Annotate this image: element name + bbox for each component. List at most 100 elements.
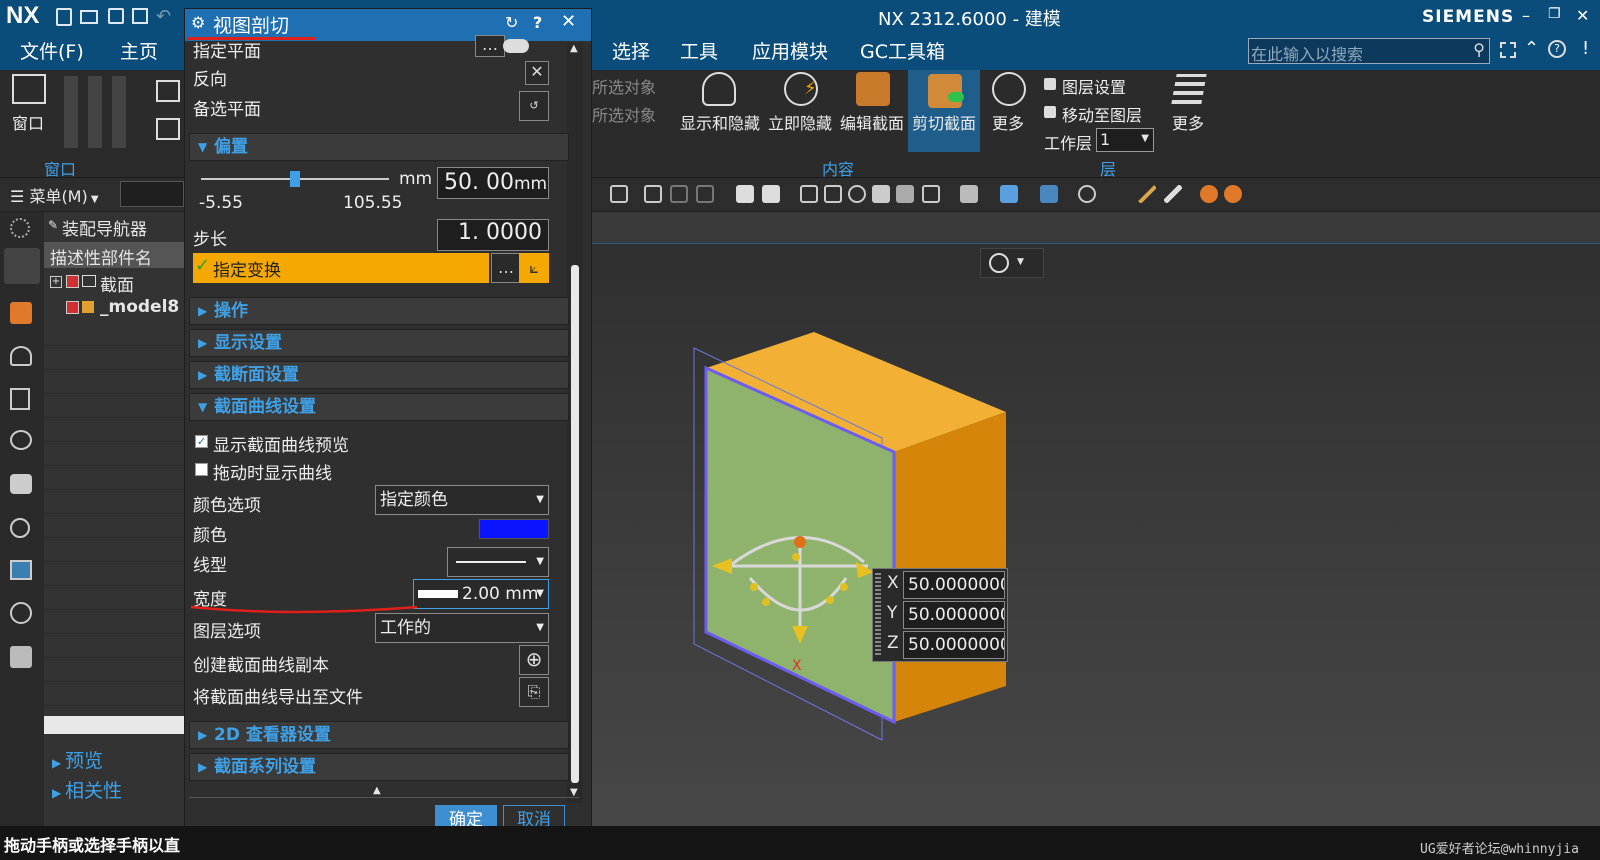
section-offset[interactable]: ▼ 偏置 xyxy=(189,133,569,161)
box-select-icon[interactable] xyxy=(696,185,714,203)
slider-thumb[interactable] xyxy=(290,171,300,187)
layer-more-button[interactable]: 更多 xyxy=(1168,70,1212,152)
tools-icon[interactable] xyxy=(10,646,32,668)
color-option-select[interactable]: 指定颜色 ▼ xyxy=(375,485,549,515)
assembly-person-icon[interactable] xyxy=(1224,185,1242,203)
view-pan-icon[interactable] xyxy=(872,185,890,203)
layout-grid-icon[interactable] xyxy=(64,76,136,148)
reverse-button[interactable]: ✕ xyxy=(525,61,549,85)
display-mode-icon[interactable] xyxy=(1078,185,1096,203)
dialog-scrollbar[interactable]: ▲ ▼ xyxy=(567,43,583,803)
clock-icon[interactable] xyxy=(10,602,32,624)
color-swatch[interactable] xyxy=(479,519,549,539)
offset-value-input[interactable]: 50. 00 mm xyxy=(437,167,549,199)
menu-select[interactable]: 选择 xyxy=(604,34,658,70)
show-preview-checkbox[interactable]: ✓ xyxy=(195,435,208,448)
fullscreen-icon[interactable] xyxy=(1500,42,1516,58)
column-header[interactable]: 描述性部件名 xyxy=(44,242,184,269)
clip-section-button[interactable]: 剪切截面 xyxy=(908,70,980,152)
checkbox-red-icon[interactable] xyxy=(66,275,79,288)
navigator-scrollbar[interactable] xyxy=(44,716,184,734)
new-file-icon[interactable] xyxy=(56,8,72,26)
hamburger-menu-button[interactable]: ☰ 菜单(M) ▼ xyxy=(10,183,99,207)
coord-x-input[interactable]: 50.0000000 xyxy=(903,571,1005,599)
layer-option-select[interactable]: 工作的 ▼ xyxy=(375,613,549,643)
menu-home[interactable]: 主页 xyxy=(112,34,166,70)
graphics-window[interactable]: ▼ X X 50.0000000 Y 50.0000000 Z 50.00000… xyxy=(592,212,1600,826)
view-rotate-icon[interactable] xyxy=(848,185,866,203)
notification-icon[interactable]: ! xyxy=(1582,38,1589,59)
solid-icon[interactable] xyxy=(736,185,754,203)
fit-view-icon[interactable] xyxy=(156,80,180,102)
close-icon[interactable]: ✕ xyxy=(561,11,576,32)
width-select[interactable]: 2.00 mm ▼ xyxy=(413,579,549,609)
search-icon[interactable]: ⚲ xyxy=(1473,40,1485,59)
window-icon[interactable] xyxy=(12,74,46,104)
view-orient-icon[interactable] xyxy=(896,185,914,203)
view-frame-icon[interactable] xyxy=(922,185,940,203)
export-file-button[interactable]: ⎘ xyxy=(519,677,549,707)
selection-filter-field[interactable] xyxy=(120,181,184,207)
window-button-label[interactable]: 窗口 xyxy=(12,110,44,134)
settings-gear-icon[interactable] xyxy=(10,218,30,238)
help-icon[interactable]: ? xyxy=(533,13,542,32)
more-content-button[interactable]: 更多 xyxy=(984,70,1034,152)
coord-z-input[interactable]: 50.0000000 xyxy=(903,631,1005,659)
hide-now-button[interactable]: ⚡ 立即隐藏 xyxy=(764,70,836,152)
select-object-icon[interactable] xyxy=(644,185,662,203)
shaded-icon[interactable] xyxy=(1000,185,1018,203)
undo-icon[interactable]: ↶ xyxy=(156,6,171,27)
open-file-icon[interactable] xyxy=(80,10,98,24)
menu-file[interactable]: 文件(F) xyxy=(12,34,92,70)
pin-icon[interactable]: ✎ xyxy=(48,218,58,232)
help-icon[interactable]: ? xyxy=(1548,40,1566,58)
plane-dropdown-icon[interactable] xyxy=(503,39,529,53)
reset-icon[interactable]: ↻ xyxy=(505,13,518,32)
settings-gear-icon[interactable]: ⚙ xyxy=(191,13,205,32)
reuse-library-icon[interactable] xyxy=(10,346,32,366)
linetype-select[interactable]: ▼ xyxy=(447,547,549,577)
render-style-icon[interactable] xyxy=(960,185,978,203)
section-series-settings[interactable]: ▶ 截面系列设置 xyxy=(189,753,569,781)
save-icon[interactable] xyxy=(108,8,124,24)
transform-dialog-button[interactable]: … xyxy=(491,253,521,283)
menu-applications[interactable]: 应用模块 xyxy=(744,34,836,70)
offset-slider[interactable] xyxy=(201,171,389,187)
view-zoom-icon[interactable] xyxy=(824,185,842,203)
scroll-thumb[interactable] xyxy=(571,265,579,783)
show-hide-button[interactable]: 显示和隐藏 xyxy=(676,70,762,152)
work-layer-select[interactable]: 1 ▼ xyxy=(1096,128,1154,152)
select-filter-icon[interactable] xyxy=(610,185,628,203)
info-icon[interactable] xyxy=(10,518,30,538)
part-navigator-icon[interactable] xyxy=(10,302,32,324)
save-all-icon[interactable] xyxy=(132,8,148,24)
move-to-layer-button[interactable]: 移动至图层 xyxy=(1062,102,1142,126)
specify-transform-row[interactable]: ✓ 指定变换 xyxy=(193,253,489,283)
drag-grip[interactable] xyxy=(875,573,881,657)
tree-row-section[interactable]: + 截面 xyxy=(44,270,184,296)
collapse-ribbon-icon[interactable]: ⌃ xyxy=(1524,38,1539,59)
deselect-icon[interactable] xyxy=(670,185,688,203)
minimize-button[interactable]: – xyxy=(1522,6,1530,25)
expand-icon[interactable]: + xyxy=(50,276,62,288)
search-box[interactable]: 在此输入以搜索 ⚲ xyxy=(1248,38,1490,64)
tree-row-model[interactable]: _model8 xyxy=(44,296,184,320)
hd3d-icon[interactable] xyxy=(10,388,30,410)
web-browser-icon[interactable] xyxy=(10,430,32,450)
create-copy-button[interactable]: ⊕ xyxy=(519,645,549,675)
collapse-dialog-icon[interactable]: ▲ xyxy=(373,785,381,796)
shaded-edges-icon[interactable] xyxy=(1040,185,1058,203)
edit-section-button[interactable]: 编辑截面 xyxy=(836,70,908,152)
menu-tools[interactable]: 工具 xyxy=(672,34,726,70)
frame-view-icon[interactable] xyxy=(156,118,180,140)
relevance-section[interactable]: ▶ 相关性 xyxy=(52,776,122,803)
plane-dialog-button[interactable]: … xyxy=(475,35,505,57)
close-window-button[interactable]: ✕ xyxy=(1576,6,1589,25)
csys-icon[interactable]: ⟀ xyxy=(519,253,549,283)
section-curve-settings[interactable]: ▼ 截面曲线设置 xyxy=(189,393,569,421)
measure-icon[interactable] xyxy=(1164,185,1182,203)
system-materials-icon[interactable] xyxy=(10,560,32,580)
menu-gc-toolkit[interactable]: GC工具箱 xyxy=(852,34,953,70)
section-2d-viewer[interactable]: ▶ 2D 查看器设置 xyxy=(189,721,569,749)
restore-button[interactable]: ❐ xyxy=(1548,6,1561,22)
